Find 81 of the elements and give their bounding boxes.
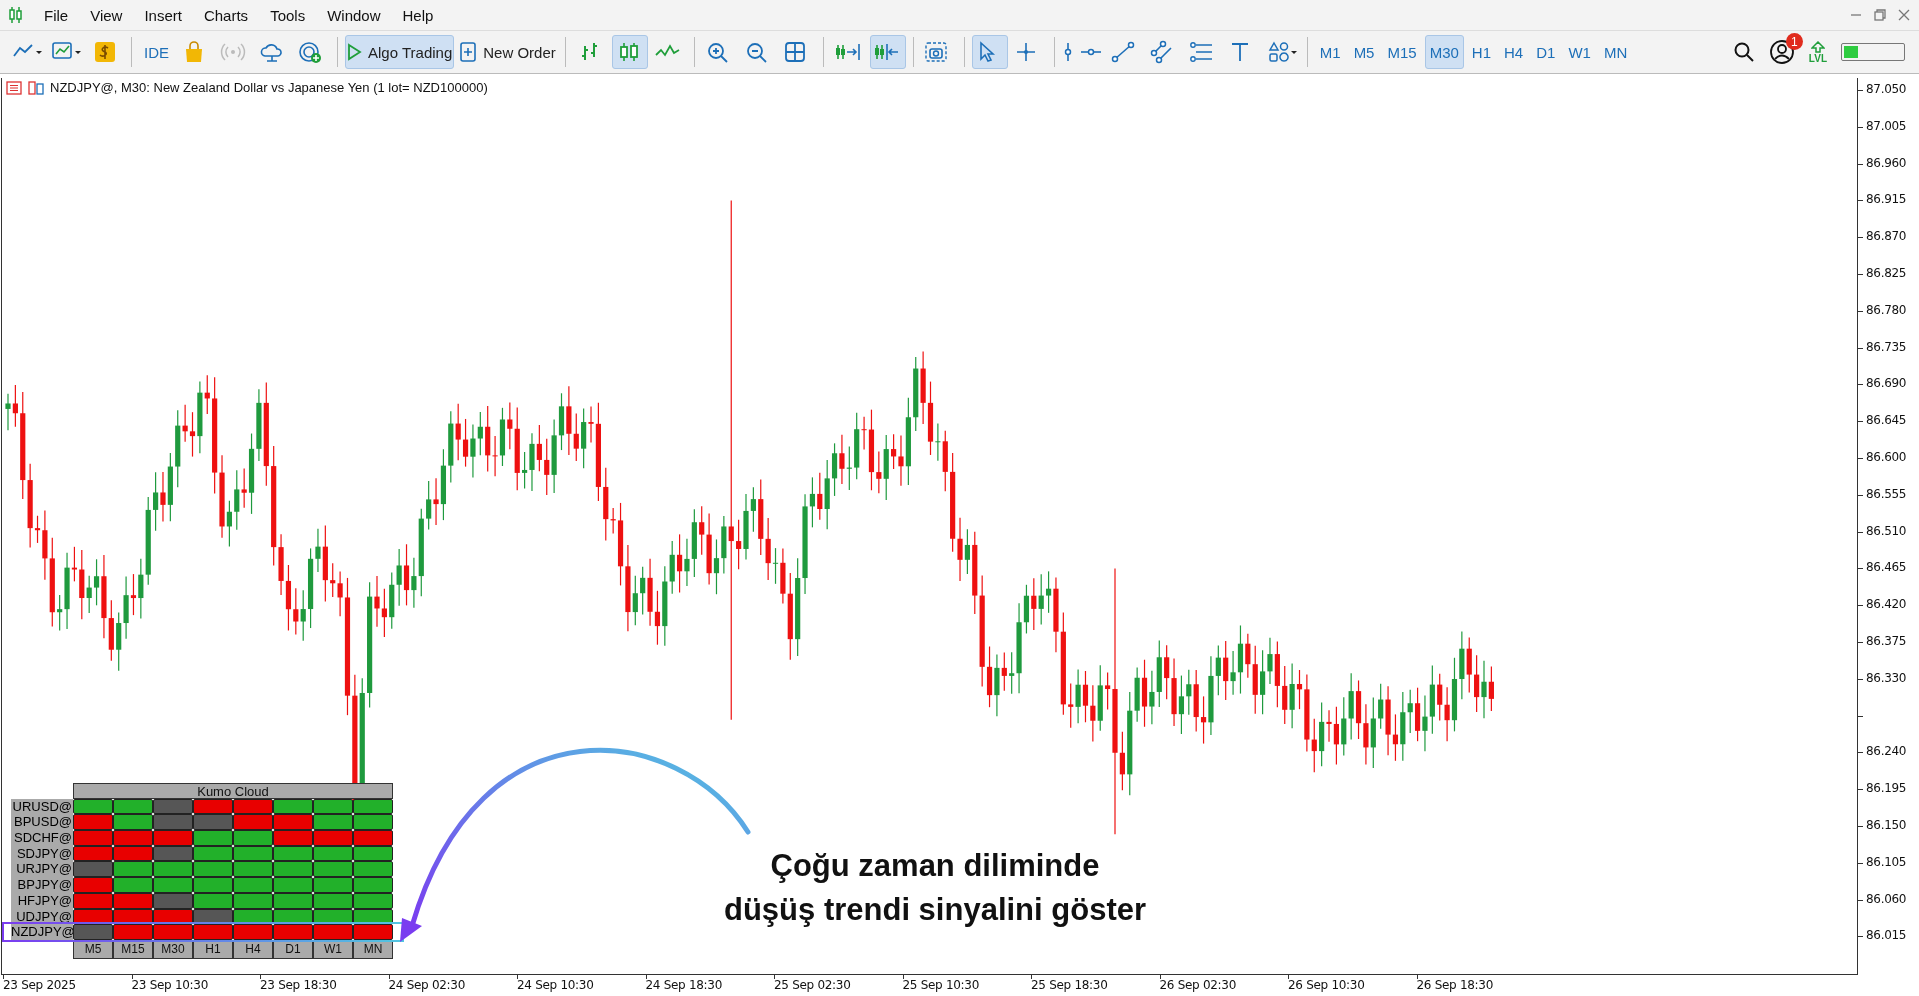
vertical-line-icon [1063, 41, 1072, 63]
panel-title: Kumo Cloud [73, 783, 393, 799]
toolbar-button[interactable] [611, 35, 648, 69]
app-logo-icon [8, 6, 24, 24]
symbol-label: SDCHF@ [11, 830, 73, 846]
price-label: 86.735 [1866, 339, 1907, 354]
price-label: 86.870 [1866, 229, 1907, 244]
symbol-label: NZDJPY@ [11, 924, 73, 940]
menu-item[interactable]: Tools [260, 2, 316, 28]
menu-item[interactable]: Help [392, 2, 444, 28]
time-label: 24 Sep 18:30 [645, 978, 722, 992]
time-label: 26 Sep 10:30 [1288, 978, 1365, 992]
restore-icon[interactable] [1873, 8, 1887, 22]
price-label: 86.330 [1866, 670, 1907, 685]
price-label: 86.555 [1866, 486, 1907, 501]
menu-item[interactable]: File [34, 2, 79, 28]
time-label: 23 Sep 10:30 [131, 978, 208, 992]
chart-properties-icon[interactable] [28, 80, 44, 95]
close-icon[interactable] [1897, 8, 1911, 22]
time-label: 23 Sep 18:30 [260, 978, 337, 992]
symbol-label: BPUSD@ [11, 814, 73, 831]
price-label: 86.960 [1866, 155, 1907, 170]
menu-item[interactable]: View [80, 2, 133, 28]
time-label: 25 Sep 18:30 [1031, 978, 1108, 992]
price-label: 86.600 [1866, 450, 1907, 464]
time-label: 26 Sep 02:30 [1159, 978, 1236, 992]
toolbar-button[interactable]: New Order [457, 35, 558, 69]
annotation-text: Çoğu zaman diliminde düşüş trendi sinyalini göster [723, 847, 1147, 929]
price-label: 86.105 [1866, 854, 1907, 869]
chart-title: NZDJPY@, M30: New Zealand Dollar vs Japanese Yen (1 lot= NZD100000) [50, 80, 488, 95]
battery-icon [1841, 43, 1905, 61]
toolbar-button[interactable]: M15 [1382, 35, 1422, 69]
price-label: 86.510 [1866, 523, 1907, 538]
price-label: 86.915 [1866, 192, 1907, 207]
price-label: 86.825 [1866, 266, 1907, 280]
price-label: 86.150 [1866, 818, 1907, 832]
price-label: 86.195 [1866, 781, 1907, 796]
toolbar-button[interactable]: MN [1598, 35, 1633, 69]
toolbar-button[interactable]: Algo Trading [345, 35, 455, 69]
toolbar-button[interactable]: H1 [1466, 35, 1497, 69]
price-label: 86.780 [1866, 302, 1907, 317]
time-label: 25 Sep 02:30 [774, 978, 851, 992]
toolbar-button[interactable] [869, 35, 906, 69]
price-label: 87.005 [1866, 118, 1907, 133]
menu-item[interactable]: Insert [134, 2, 192, 28]
time-label: 26 Sep 18:30 [1416, 978, 1493, 992]
symbol-label: BPJPY@ [11, 877, 73, 893]
play-icon [347, 43, 362, 61]
price-label: 86.375 [1866, 634, 1907, 648]
toolbar-button[interactable]: W1 [1563, 35, 1596, 69]
search-icon[interactable] [1732, 41, 1755, 63]
toolbar-button[interactable]: IDE [139, 35, 174, 69]
notification-badge: 1 [1785, 33, 1803, 50]
up-arrow-icon [1810, 40, 1825, 53]
price-label: 86.690 [1866, 376, 1907, 391]
symbol-label: URJPY@ [11, 861, 73, 878]
toolbar-button[interactable]: M5 [1348, 35, 1380, 69]
price-label: 86.060 [1866, 891, 1907, 906]
price-label: 86.420 [1866, 597, 1907, 612]
toolbar-button[interactable] [971, 35, 1008, 69]
toolbar-button[interactable]: H4 [1499, 35, 1529, 69]
menu-item[interactable]: Window [317, 2, 391, 28]
toolbar-button[interactable]: M1 [1314, 35, 1346, 69]
price-label: 86.240 [1866, 744, 1907, 759]
time-label: 24 Sep 10:30 [517, 978, 594, 992]
price-label: 86.015 [1866, 928, 1907, 943]
user-account-icon[interactable] [1768, 39, 1795, 65]
horizontal-line-icon [1078, 48, 1103, 56]
menu-item[interactable]: Charts [193, 2, 259, 28]
time-label: 25 Sep 10:30 [902, 978, 979, 992]
price-label: 86.465 [1866, 560, 1907, 575]
price-label: 87.050 [1866, 82, 1907, 96]
new-order-icon [459, 41, 478, 63]
price-label: 86.645 [1866, 413, 1907, 428]
level-label: LVL [1808, 52, 1827, 64]
list-icon[interactable] [6, 80, 22, 95]
symbol-label: URUSD@ [11, 798, 73, 815]
time-label: 23 Sep 2025 [3, 978, 76, 992]
toolbar-button[interactable]: D1 [1531, 35, 1561, 69]
toolbar-button[interactable]: M30 [1424, 35, 1464, 69]
time-label: 24 Sep 02:30 [388, 978, 465, 992]
